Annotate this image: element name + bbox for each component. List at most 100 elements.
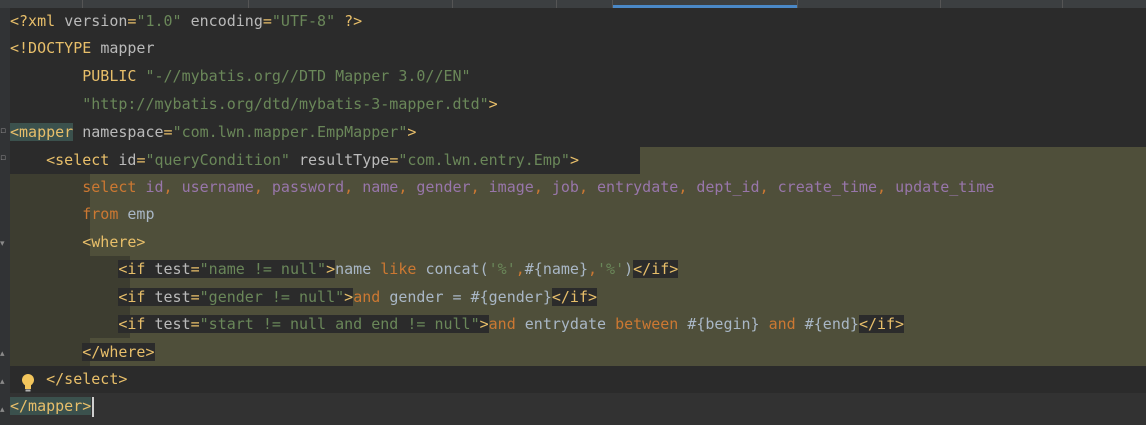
fold-marker-icon[interactable]: ▴	[0, 350, 9, 359]
code-token: gender = #{gender}	[389, 288, 552, 306]
code-line[interactable]: <if test="name != null">name like concat…	[10, 256, 679, 283]
code-token: </if>	[551, 288, 598, 306]
code-token: emp	[127, 205, 155, 223]
code-token: =	[163, 123, 173, 141]
code-token: image	[488, 178, 534, 196]
code-token: password	[271, 178, 345, 196]
code-token: >	[344, 288, 354, 306]
code-token: ,	[515, 260, 525, 278]
code-token: </if>	[633, 260, 679, 278]
code-token: between	[615, 315, 688, 333]
fold-marker-icon[interactable]: ▫	[0, 154, 9, 163]
code-token: gender	[416, 178, 471, 196]
code-token: test	[154, 288, 191, 306]
code-token: version	[64, 12, 128, 30]
code-token: >	[488, 95, 498, 113]
code-token: '%'	[488, 260, 516, 278]
code-token: =	[190, 288, 200, 306]
code-token: entrydate	[597, 178, 679, 196]
code-token: <if	[118, 260, 155, 278]
code-token: =	[389, 151, 399, 169]
code-token: '%'	[597, 260, 625, 278]
code-line[interactable]: <mapper namespace="com.lwn.mapper.EmpMap…	[10, 119, 416, 146]
code-token: entrydate	[524, 315, 616, 333]
code-token: "com.lwn.entry.Emp"	[398, 151, 570, 169]
fold-marker-icon[interactable]: ▴	[0, 378, 9, 387]
code-token: </where>	[82, 343, 155, 361]
code-token: ,	[398, 178, 417, 196]
code-line[interactable]: <select id="queryCondition" resultType="…	[10, 147, 579, 174]
code-line[interactable]: </mapper>	[10, 393, 95, 420]
tab-separator	[556, 0, 557, 8]
code-token: encoding	[181, 12, 263, 30]
tab-separator	[797, 0, 798, 8]
editor-tab-strip[interactable]	[0, 0, 1146, 8]
code-line[interactable]: <!DOCTYPE mapper	[10, 35, 155, 62]
code-token: ,	[344, 178, 363, 196]
code-token: >	[326, 260, 336, 278]
code-token: <mapper	[10, 123, 74, 141]
code-line[interactable]: <?xml version="1.0" encoding="UTF-8" ?>	[10, 8, 362, 35]
code-token: ,	[253, 178, 272, 196]
tab-separator	[82, 0, 83, 8]
code-token: "-//mybatis.org//DTD Mapper 3.0//EN"	[145, 67, 471, 85]
code-token: select	[82, 178, 146, 196]
code-token: create_time	[777, 178, 877, 196]
code-token: concat(	[425, 260, 489, 278]
fold-marker-icon[interactable]: ▴	[0, 406, 9, 415]
tab-separator	[1062, 0, 1063, 8]
code-token: job	[551, 178, 579, 196]
code-token: name	[335, 260, 381, 278]
code-token: )	[624, 260, 634, 278]
code-token: <select	[46, 151, 119, 169]
code-line[interactable]: from emp	[10, 201, 155, 228]
code-token: mapper	[100, 39, 155, 57]
code-line[interactable]: <if test="gender != null">and gender = #…	[10, 284, 598, 311]
code-token: and	[353, 288, 390, 306]
text-caret	[92, 396, 95, 417]
code-token: #{name}	[524, 260, 588, 278]
code-token: </if>	[858, 315, 905, 333]
code-line[interactable]: </where>	[10, 339, 155, 366]
lightbulb-icon[interactable]	[21, 373, 35, 393]
code-token: ,	[533, 178, 552, 196]
code-token: <if	[118, 315, 155, 333]
code-token: <!DOCTYPE	[10, 39, 101, 57]
code-token: name	[362, 178, 399, 196]
code-token: <if	[118, 288, 155, 306]
code-line[interactable]: PUBLIC "-//mybatis.org//DTD Mapper 3.0//…	[10, 63, 471, 90]
code-token: namespace	[73, 123, 164, 141]
editor-gutter[interactable]: ▫ ▫ ▾ ▴ ▴ ▴	[0, 8, 10, 425]
code-token: ,	[759, 178, 778, 196]
code-token: #{begin}	[687, 315, 769, 333]
code-token: update_time	[895, 178, 995, 196]
code-token: dept_id	[696, 178, 760, 196]
code-token: ,	[470, 178, 489, 196]
code-line[interactable]: <where>	[10, 229, 145, 256]
code-token: "UTF-8"	[271, 12, 336, 30]
code-token: ,	[588, 260, 598, 278]
code-token: id	[118, 151, 137, 169]
fold-marker-icon[interactable]: ▾	[0, 240, 9, 249]
code-token: >	[569, 151, 579, 169]
code-line[interactable]: <if test="start != null and end != null"…	[10, 311, 905, 338]
code-token: =	[190, 260, 200, 278]
select-header-highlight	[640, 147, 1146, 174]
fold-marker-icon[interactable]: ▫	[0, 127, 9, 136]
caret-line-highlight	[10, 393, 1146, 425]
code-token: username	[181, 178, 254, 196]
code-line[interactable]: select id, username, password, name, gen…	[10, 174, 994, 201]
code-token: "start != null and end != null"	[199, 315, 480, 333]
code-token: ,	[877, 178, 896, 196]
code-token: and	[488, 315, 525, 333]
code-token: <?xml	[10, 12, 65, 30]
code-token: PUBLIC	[10, 67, 146, 85]
code-token: #{end}	[804, 315, 859, 333]
code-token: "gender != null"	[199, 288, 345, 306]
tab-separator	[452, 0, 453, 8]
code-line[interactable]: "http://mybatis.org/dtd/mybatis-3-mapper…	[10, 91, 498, 118]
